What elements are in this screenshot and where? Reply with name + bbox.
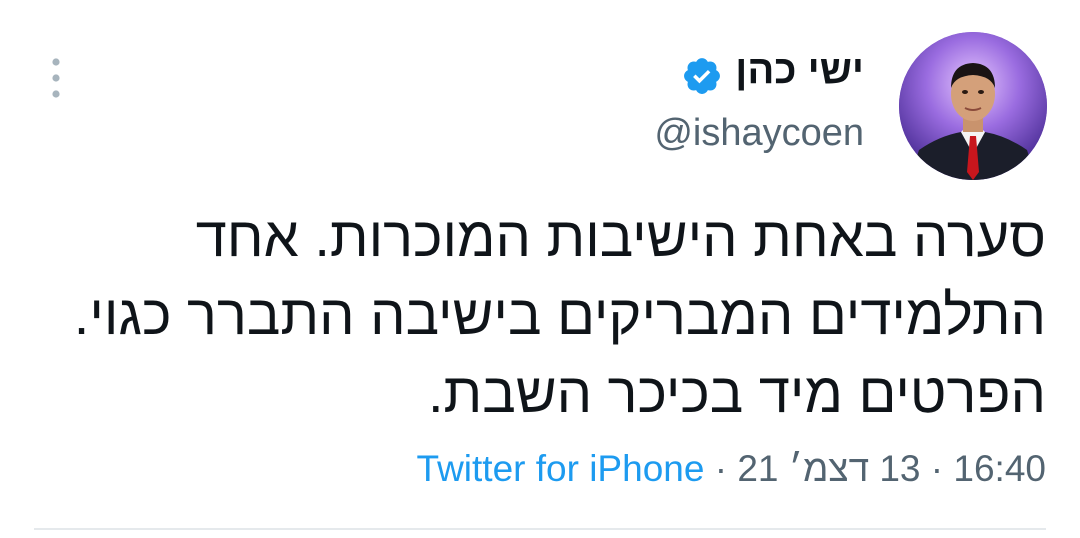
- tweet-time[interactable]: 16:40: [953, 448, 1046, 489]
- tweet-text: סערה באחת הישיבות המוכרות. אחד התלמידים …: [73, 205, 1046, 424]
- tweet-date[interactable]: 13 דצמ׳ 21: [737, 448, 920, 489]
- display-name[interactable]: ישי כהן: [735, 48, 864, 93]
- divider: [34, 528, 1046, 530]
- verified-badge-icon: [681, 55, 723, 97]
- user-handle[interactable]: @ishaycoen: [654, 112, 864, 155]
- more-vertical-icon[interactable]: [46, 56, 66, 100]
- meta-separator: ·: [920, 448, 954, 489]
- avatar[interactable]: [899, 32, 1047, 180]
- tweet-source-link[interactable]: Twitter for iPhone: [417, 448, 705, 489]
- tweet: ישי כהן @ishaycoen סערה באחת הישיבות המו…: [0, 0, 1080, 538]
- tweet-meta: Twitter for iPhone · 13 דצמ׳ 21 · 16:40: [417, 448, 1046, 490]
- meta-separator: ·: [704, 448, 738, 489]
